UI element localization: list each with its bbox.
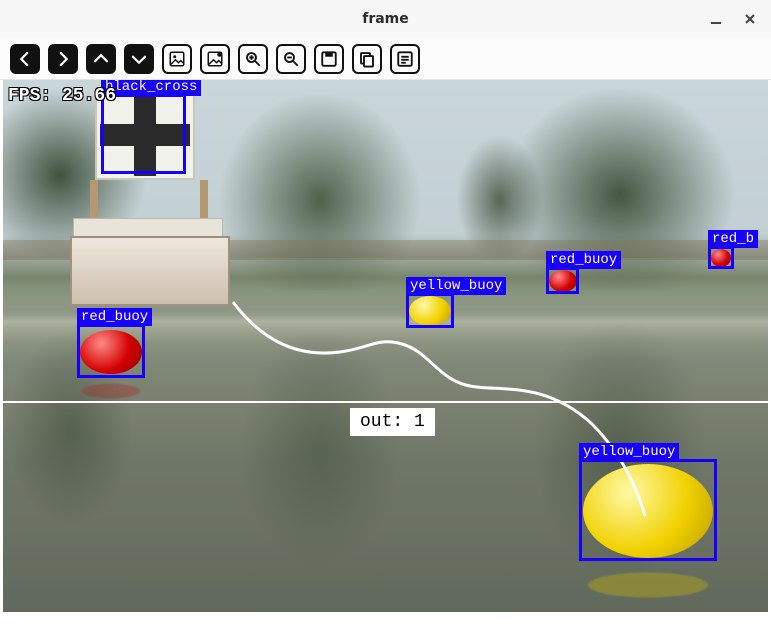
- frame-bottom-margin: [0, 612, 771, 628]
- frame-viewport[interactable]: black_cross red_buoy yellow_buoy red_buo…: [0, 80, 771, 628]
- window-title: frame: [362, 11, 409, 27]
- detection-label: red_buoy: [77, 308, 152, 326]
- close-button[interactable]: [737, 6, 763, 32]
- image-settings-button[interactable]: [200, 44, 230, 74]
- up-button[interactable]: [86, 44, 116, 74]
- detection-red-buoy: red_buoy: [546, 267, 579, 294]
- horizon-line: [3, 401, 768, 403]
- titlebar: frame: [0, 0, 771, 38]
- buoy-reflection: [588, 573, 708, 598]
- zoom-out-button[interactable]: [276, 44, 306, 74]
- detection-label: red_buoy: [546, 251, 621, 269]
- detection-red-buoy: red_b: [708, 246, 734, 269]
- image-button[interactable]: [162, 44, 192, 74]
- platform-box: [70, 236, 230, 306]
- detection-label: black_cross: [101, 80, 201, 96]
- minimize-button[interactable]: [703, 6, 729, 32]
- detection-label: yellow_buoy: [406, 277, 506, 295]
- fps-overlay: FPS: 25.66: [8, 86, 116, 106]
- detection-label: yellow_buoy: [579, 443, 679, 461]
- platform-top: [73, 218, 223, 238]
- properties-button[interactable]: [390, 44, 420, 74]
- back-button[interactable]: [10, 44, 40, 74]
- zoom-in-button[interactable]: [238, 44, 268, 74]
- detection-red-buoy: red_buoy: [77, 324, 145, 378]
- out-label: out: 1: [350, 408, 435, 436]
- detection-yellow-buoy: yellow_buoy: [579, 459, 717, 561]
- toolbar: [0, 38, 771, 80]
- detection-label: red_b: [708, 230, 758, 248]
- save-button[interactable]: [314, 44, 344, 74]
- copy-button[interactable]: [352, 44, 382, 74]
- down-button[interactable]: [124, 44, 154, 74]
- detection-black-cross: black_cross: [101, 94, 186, 174]
- window-controls: [703, 0, 763, 38]
- forward-button[interactable]: [48, 44, 78, 74]
- detection-yellow-buoy: yellow_buoy: [406, 293, 454, 328]
- buoy-reflection: [82, 384, 140, 399]
